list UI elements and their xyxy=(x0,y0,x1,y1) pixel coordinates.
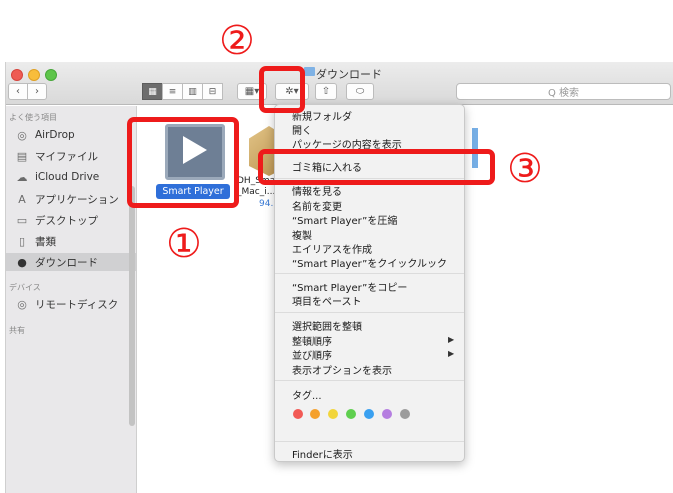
sidebar-item-desktop[interactable]: ▭ デスクトップ xyxy=(6,211,136,229)
tag-button[interactable]: ⬭ xyxy=(346,83,374,100)
sidebar-item-downloads[interactable]: ● ダウンロード xyxy=(6,253,136,271)
coverflow-view-button[interactable]: ⊟ xyxy=(202,83,223,100)
list-view-button[interactable]: ≡ xyxy=(162,83,183,100)
sidebar-item-label: デスクトップ xyxy=(35,214,98,227)
menu-item-paste[interactable]: 項目をペースト xyxy=(292,293,362,308)
menu-item-duplicate[interactable]: 複製 xyxy=(292,227,312,242)
menu-item-make-alias[interactable]: エイリアスを作成 xyxy=(292,241,372,256)
column-view-button[interactable]: ▥ xyxy=(182,83,203,100)
shared-heading: 共有 xyxy=(9,326,25,335)
step-2-label: ② xyxy=(219,18,255,64)
sidebar: よく使う項目 ◎ AirDrop ▤ マイファイル ☁ iCloud Drive… xyxy=(6,106,137,493)
file-name-line2: _Mac_i... xyxy=(237,187,276,197)
tag-color-yellow[interactable] xyxy=(328,409,338,419)
sidebar-item-documents[interactable]: ▯ 書類 xyxy=(6,232,136,250)
window-title: ダウンロード xyxy=(316,68,382,81)
sidebar-scrollbar[interactable] xyxy=(129,186,135,426)
menu-item-clean-up-by[interactable]: 整頓順序 xyxy=(292,333,332,348)
folder-icon xyxy=(304,67,315,76)
menu-separator xyxy=(275,380,464,381)
submenu-arrow-icon: ▶ xyxy=(448,335,455,344)
zoom-window-button[interactable] xyxy=(45,69,57,81)
title-bar: ダウンロード ‹ › ▦ ≡ ▥ ⊟ ▦▾ ✲▾ ⇧ ⬭ Q 検索 xyxy=(6,62,673,105)
highlight-box-gear xyxy=(259,66,305,113)
devices-heading: デバイス xyxy=(9,283,41,292)
documents-icon: ▯ xyxy=(18,234,26,248)
downloads-icon: ● xyxy=(17,255,27,269)
menu-item-get-info[interactable]: 情報を見る xyxy=(292,183,342,198)
view-mode-group: ▦ ≡ ▥ ⊟ xyxy=(142,83,223,100)
all-files-icon: ▤ xyxy=(16,149,28,163)
applications-icon: A xyxy=(18,192,26,206)
sidebar-item-icloud-drive[interactable]: ☁ iCloud Drive xyxy=(6,168,136,186)
search-input[interactable]: Q 検索 xyxy=(456,83,671,100)
sidebar-item-applications[interactable]: A アプリケーション xyxy=(6,190,136,208)
menu-item-sort-by[interactable]: 並び順序 xyxy=(292,347,332,362)
desktop-icon: ▭ xyxy=(16,213,28,227)
tag-color-green[interactable] xyxy=(346,409,356,419)
tag-color-gray[interactable] xyxy=(400,409,410,419)
back-button[interactable]: ‹ xyxy=(8,83,28,100)
sidebar-item-label: AirDrop xyxy=(35,129,75,141)
sidebar-item-airdrop[interactable]: ◎ AirDrop xyxy=(6,126,136,144)
menu-separator xyxy=(275,312,464,313)
tag-color-orange[interactable] xyxy=(310,409,320,419)
tag-color-red[interactable] xyxy=(293,409,303,419)
step-1-label: ① xyxy=(166,221,202,267)
disc-icon: ◎ xyxy=(17,297,27,311)
sidebar-item-label: リモートディスク xyxy=(35,298,119,311)
menu-item-compress[interactable]: “Smart Player”を圧縮 xyxy=(292,212,397,227)
close-window-button[interactable] xyxy=(11,69,23,81)
menu-item-copy[interactable]: “Smart Player”をコピー xyxy=(292,279,407,294)
favorites-heading: よく使う項目 xyxy=(9,113,57,122)
menu-item-clean-up-selection[interactable]: 選択範囲を整頓 xyxy=(292,318,362,333)
highlight-box-file xyxy=(127,117,239,208)
sidebar-item-label: ダウンロード xyxy=(35,256,98,269)
menu-item-quick-look[interactable]: “Smart Player”をクイックルック xyxy=(292,255,447,270)
menu-item-show-view-options[interactable]: 表示オプションを表示 xyxy=(292,362,392,377)
sidebar-item-my-files[interactable]: ▤ マイファイル xyxy=(6,147,136,165)
sidebar-item-remote-disc[interactable]: ◎ リモートディスク xyxy=(6,295,136,313)
sidebar-item-label: 書類 xyxy=(35,235,56,248)
menu-item-rename[interactable]: 名前を変更 xyxy=(292,198,342,213)
airdrop-icon: ◎ xyxy=(17,128,27,142)
icon-view-button[interactable]: ▦ xyxy=(142,83,163,100)
menu-item-show-in-finder[interactable]: Finderに表示 xyxy=(292,446,353,461)
menu-item-open[interactable]: 開く xyxy=(292,122,312,137)
submenu-arrow-icon: ▶ xyxy=(448,349,455,358)
tag-color-blue[interactable] xyxy=(364,409,374,419)
menu-separator xyxy=(275,441,464,442)
sidebar-item-label: iCloud Drive xyxy=(35,171,100,183)
minimize-window-button[interactable] xyxy=(28,69,40,81)
highlight-box-trash xyxy=(258,149,495,185)
menu-separator xyxy=(275,273,464,274)
sidebar-item-label: マイファイル xyxy=(35,150,98,163)
share-button[interactable]: ⇧ xyxy=(315,83,337,100)
forward-button[interactable]: › xyxy=(27,83,47,100)
step-3-label: ③ xyxy=(507,146,543,192)
sidebar-item-label: アプリケーション xyxy=(35,193,119,206)
tag-color-purple[interactable] xyxy=(382,409,392,419)
cloud-icon: ☁ xyxy=(16,170,28,184)
menu-item-tags[interactable]: タグ... xyxy=(292,387,322,402)
